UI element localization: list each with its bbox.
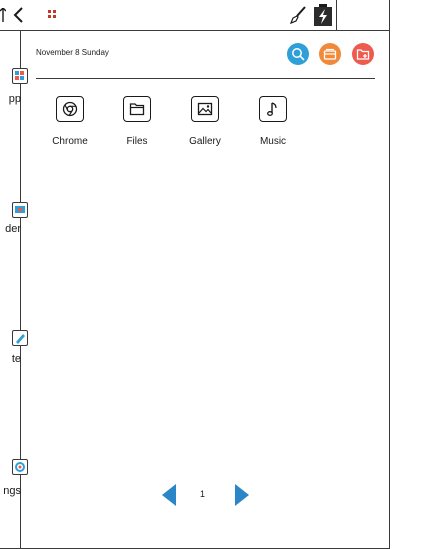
header-divider (36, 78, 375, 79)
status-separator (336, 0, 337, 30)
next-page-button[interactable] (234, 484, 250, 506)
brush-icon[interactable] (288, 5, 308, 25)
app-label: Music (259, 136, 287, 147)
folder-icon (123, 96, 151, 122)
cards-icon (323, 48, 337, 60)
chevron-left-icon[interactable] (10, 6, 28, 24)
reader-icon (12, 202, 28, 218)
sidebar-item-label: te (11, 353, 21, 365)
status-bar (0, 0, 389, 31)
search-button[interactable] (287, 43, 309, 65)
settings-icon (12, 459, 28, 475)
app-icon (12, 68, 28, 84)
sidebar-item-label: der (5, 223, 21, 235)
note-icon (12, 330, 28, 346)
app-label: Gallery (189, 136, 221, 147)
page-number: 1 (200, 489, 206, 499)
right-panel (389, 0, 423, 549)
search-icon (292, 48, 305, 61)
date-label: November 8 Sunday (36, 48, 109, 57)
battery-charging-icon (314, 4, 332, 26)
previous-page-button[interactable] (161, 484, 177, 506)
chrome-icon (56, 96, 84, 122)
app-music[interactable]: Music (243, 96, 303, 147)
app-dots-icon[interactable] (47, 9, 57, 19)
app-label: Files (126, 136, 148, 147)
sidebar-item-label: pp (8, 93, 21, 105)
add-folder-button[interactable] (352, 43, 374, 65)
app-files[interactable]: Files (107, 96, 167, 147)
folder-plus-icon (356, 49, 370, 60)
image-icon (191, 96, 219, 122)
app-label: Chrome (52, 136, 88, 147)
cards-button[interactable] (319, 43, 341, 65)
app-gallery[interactable]: Gallery (175, 96, 235, 147)
app-chrome[interactable]: Chrome (40, 96, 100, 147)
music-note-icon (259, 96, 287, 122)
sidebar-item-label: ngs (3, 485, 21, 497)
arrow-fragment-icon (0, 8, 6, 22)
